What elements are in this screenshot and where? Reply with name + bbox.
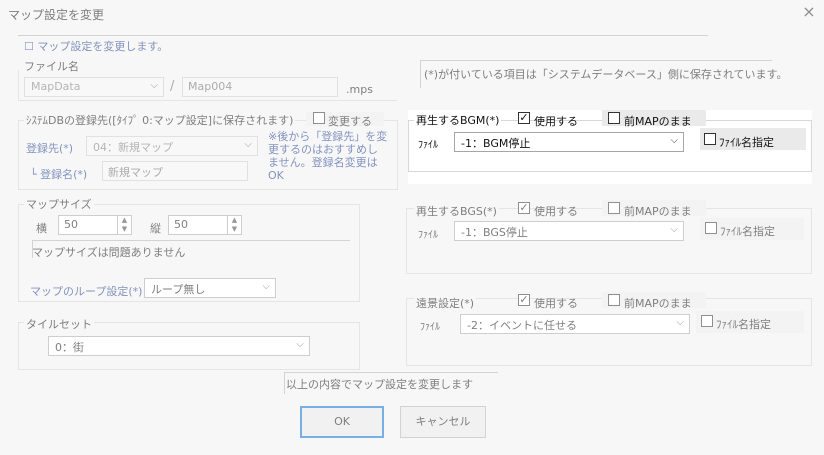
bgs-use-label: 使用する [534, 205, 578, 218]
bgm-group: 再生するBGM(*) ✓ 使用する 前MAPのまま ﾌｧｲﾙ -1：BGM停止 … [408, 110, 812, 184]
footer-note: 以上の内容でマップ設定を変更します [286, 378, 473, 391]
bgs-file-select[interactable]: -1：BGS停止 ⌵ [454, 221, 684, 241]
map-width-input[interactable]: 50 ▲ ▼ [58, 215, 132, 235]
chevron-down-icon: ⌵ [670, 224, 678, 235]
dialog-window: マップ設定を変更 × ☐ マップ設定を変更します。 ファイル名 MapData … [0, 0, 824, 455]
bgs-use-checkbox[interactable]: ✓ [518, 202, 530, 214]
bgm-use-checkbox[interactable]: ✓ [518, 112, 530, 124]
cancel-button[interactable]: キャンセル [400, 406, 486, 438]
bg-filename-checkbox[interactable] [701, 315, 713, 327]
close-icon[interactable]: × [800, 3, 818, 21]
tileset-select[interactable]: 0：街 ⌵ [48, 336, 310, 356]
spin-down-icon[interactable]: ▼ [228, 225, 241, 234]
bgs-label: 再生するBGS(*) [414, 203, 499, 219]
bgs-file-label: ﾌｧｲﾙ [418, 230, 438, 241]
sysdb-dest-select[interactable]: 04：新規マップ ⌵ [86, 136, 258, 156]
path-separator: / [170, 79, 175, 94]
bgs-filename-label: ﾌｧｲﾙ名指定 [720, 225, 775, 238]
bgm-use-label: 使用する [534, 115, 578, 128]
sysdb-dest-value: 04：新規マップ [93, 141, 173, 154]
bg-filename-label: ﾌｧｲﾙ名指定 [716, 318, 771, 331]
sysdb-regname-input[interactable]: 新規マップ [102, 161, 248, 181]
sysdb-change-label: 変更する [328, 115, 372, 128]
sysdb-change-checkbox[interactable] [313, 112, 325, 124]
header-note: ☐ マップ設定を変更します。 [24, 40, 169, 53]
spin-down-icon[interactable]: ▼ [118, 225, 131, 234]
footer-note-left [284, 372, 285, 394]
bgm-label: 再生するBGM(*) [414, 112, 502, 128]
bgs-keep-label: 前MAPのまま [624, 205, 692, 218]
chevron-down-icon: ⌵ [670, 135, 678, 146]
mapsize-note-border [32, 240, 350, 241]
header-divider [18, 35, 708, 36]
map-width-value: 50 [64, 218, 78, 231]
map-folder-value: MapData [31, 80, 81, 93]
map-height-label: 縦 [150, 222, 161, 235]
footer-note-border [284, 372, 498, 373]
file-extension: .mps [346, 83, 373, 96]
bgm-filename-label: ﾌｧｲﾙ名指定 [719, 136, 774, 149]
map-loop-value: ループ無し [151, 283, 206, 296]
info-note-border [420, 60, 421, 88]
bgm-keep-checkbox[interactable] [608, 112, 620, 124]
bgm-file-value: -1：BGM停止 [461, 137, 531, 150]
map-file-input[interactable]: Map004 [182, 77, 338, 97]
map-loop-select[interactable]: ループ無し ⌵ [144, 278, 276, 298]
map-width-label: 横 [36, 222, 47, 235]
bg-file-label: ﾌｧｲﾙ [420, 322, 440, 333]
spin-up-icon[interactable]: ▲ [228, 216, 241, 225]
map-height-value: 50 [174, 218, 188, 231]
sysdb-dest-label: 登録先(*) [26, 142, 74, 155]
info-note-top-border [420, 60, 772, 61]
spin-up-icon[interactable]: ▲ [118, 216, 131, 225]
ok-button[interactable]: OK [300, 406, 384, 438]
chevron-down-icon: ⌵ [676, 317, 684, 328]
bg-use-label: 使用する [534, 297, 578, 310]
sysdb-label: ｼｽﾃﾑDBの登録先([ﾀｲﾌﾟ 0:マップ設定]に保存されます) [24, 112, 296, 128]
bgm-filename-checkbox[interactable] [704, 133, 716, 145]
map-loop-label: マップのループ設定(*) [30, 285, 143, 298]
bg-label: 遠景設定(*) [414, 295, 477, 311]
mapsize-note: マップサイズは問題ありません [32, 246, 186, 259]
window-title: マップ設定を変更 [8, 8, 105, 22]
map-height-input[interactable]: 50 ▲ ▼ [168, 215, 242, 235]
bgs-file-value: -1：BGS停止 [461, 226, 528, 239]
chevron-down-icon: ⌵ [262, 281, 270, 292]
map-folder-select[interactable]: MapData ⌵ [24, 77, 164, 97]
bg-keep-checkbox[interactable] [608, 294, 620, 306]
bg-use-checkbox[interactable]: ✓ [518, 294, 530, 306]
bgm-file-select[interactable]: -1：BGM停止 ⌵ [454, 132, 684, 152]
bgm-file-label: ﾌｧｲﾙ [418, 140, 438, 151]
chevron-down-icon: ⌵ [244, 139, 252, 150]
tileset-label: タイルセット [24, 316, 94, 332]
bgs-keep-checkbox[interactable] [608, 202, 620, 214]
tileset-value: 0：街 [55, 341, 84, 354]
bgm-keep-label: 前MAPのまま [624, 115, 692, 128]
map-height-spinner[interactable]: ▲ ▼ [227, 216, 241, 234]
chevron-down-icon: ⌵ [150, 80, 158, 91]
bgs-filename-checkbox[interactable] [705, 222, 717, 234]
map-width-spinner[interactable]: ▲ ▼ [117, 216, 131, 234]
sysdb-warning: ※後から「登録先」を変更するのはおすすめしません。登録名変更はOK [268, 130, 388, 182]
bg-keep-label: 前MAPのまま [624, 297, 692, 310]
chevron-down-icon: ⌵ [296, 339, 304, 350]
db-info-note: (*)が付いている項目は「システムデータベース」側に保存されています。 [424, 68, 788, 81]
bg-file-select[interactable]: -2：イベントに任せる ⌵ [460, 314, 690, 334]
bg-file-value: -2：イベントに任せる [467, 319, 577, 332]
sysdb-regname-label: └ 登録名(*) [30, 168, 88, 181]
mapsize-label: マップサイズ [24, 196, 94, 212]
